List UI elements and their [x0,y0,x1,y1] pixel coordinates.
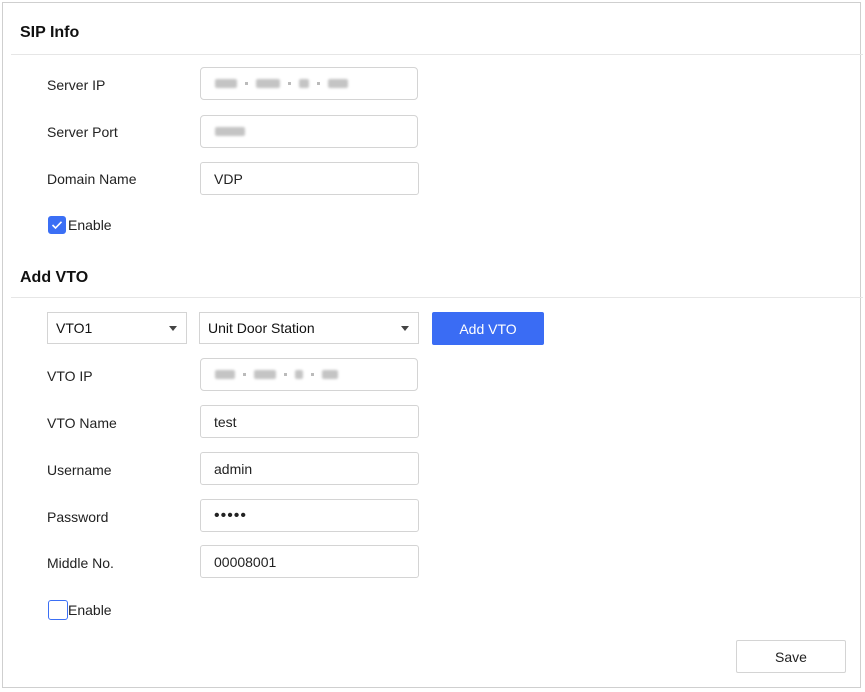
ip-octet-4-redacted [322,370,338,379]
vto-enable-label: Enable [68,602,112,618]
ip-dot [284,373,287,376]
middle-no-label: Middle No. [47,555,114,571]
vto-name-input[interactable] [200,405,419,438]
server-ip-label: Server IP [47,77,106,93]
vto-enable-checkbox[interactable] [48,600,68,620]
device-type-select[interactable]: Unit Door Station [199,312,419,344]
chevron-down-icon [401,326,409,331]
add-vto-divider [11,297,863,298]
sip-info-divider [11,54,863,55]
port-redacted [215,127,245,136]
add-vto-title: Add VTO [20,269,89,286]
server-ip-input[interactable] [200,67,418,100]
vto-select[interactable]: VTO1 [47,312,187,344]
ip-octet-1-redacted [215,370,235,379]
ip-octet-3-redacted [295,370,303,379]
domain-name-input[interactable] [200,162,419,195]
username-input[interactable] [200,452,419,485]
device-type-select-value: Unit Door Station [208,320,315,336]
ip-octet-2-redacted [254,370,276,379]
vto-select-value: VTO1 [56,320,93,336]
username-label: Username [47,462,112,478]
middle-no-input[interactable] [200,545,419,578]
vto-name-label: VTO Name [47,415,117,431]
settings-panel [2,2,861,688]
server-port-label: Server Port [47,124,118,140]
password-value: ••••• [214,506,248,524]
ip-dot [243,373,246,376]
checkmark-icon [51,221,63,230]
save-button[interactable]: Save [736,640,846,673]
domain-name-label: Domain Name [47,171,137,187]
ip-octet-3-redacted [299,79,309,88]
ip-octet-4-redacted [328,79,348,88]
password-label: Password [47,509,109,525]
password-input[interactable]: ••••• [200,499,419,532]
vto-ip-label: VTO IP [47,368,93,384]
ip-octet-1-redacted [215,79,237,88]
sip-enable-label: Enable [68,217,112,233]
ip-dot [245,82,248,85]
ip-dot [288,82,291,85]
ip-dot [311,373,314,376]
sip-info-title: SIP Info [20,24,80,41]
sip-enable-checkbox[interactable] [48,216,66,234]
server-port-input[interactable] [200,115,418,148]
ip-octet-2-redacted [256,79,280,88]
add-vto-button[interactable]: Add VTO [432,312,544,345]
ip-dot [317,82,320,85]
chevron-down-icon [169,326,177,331]
vto-ip-input[interactable] [200,358,418,391]
